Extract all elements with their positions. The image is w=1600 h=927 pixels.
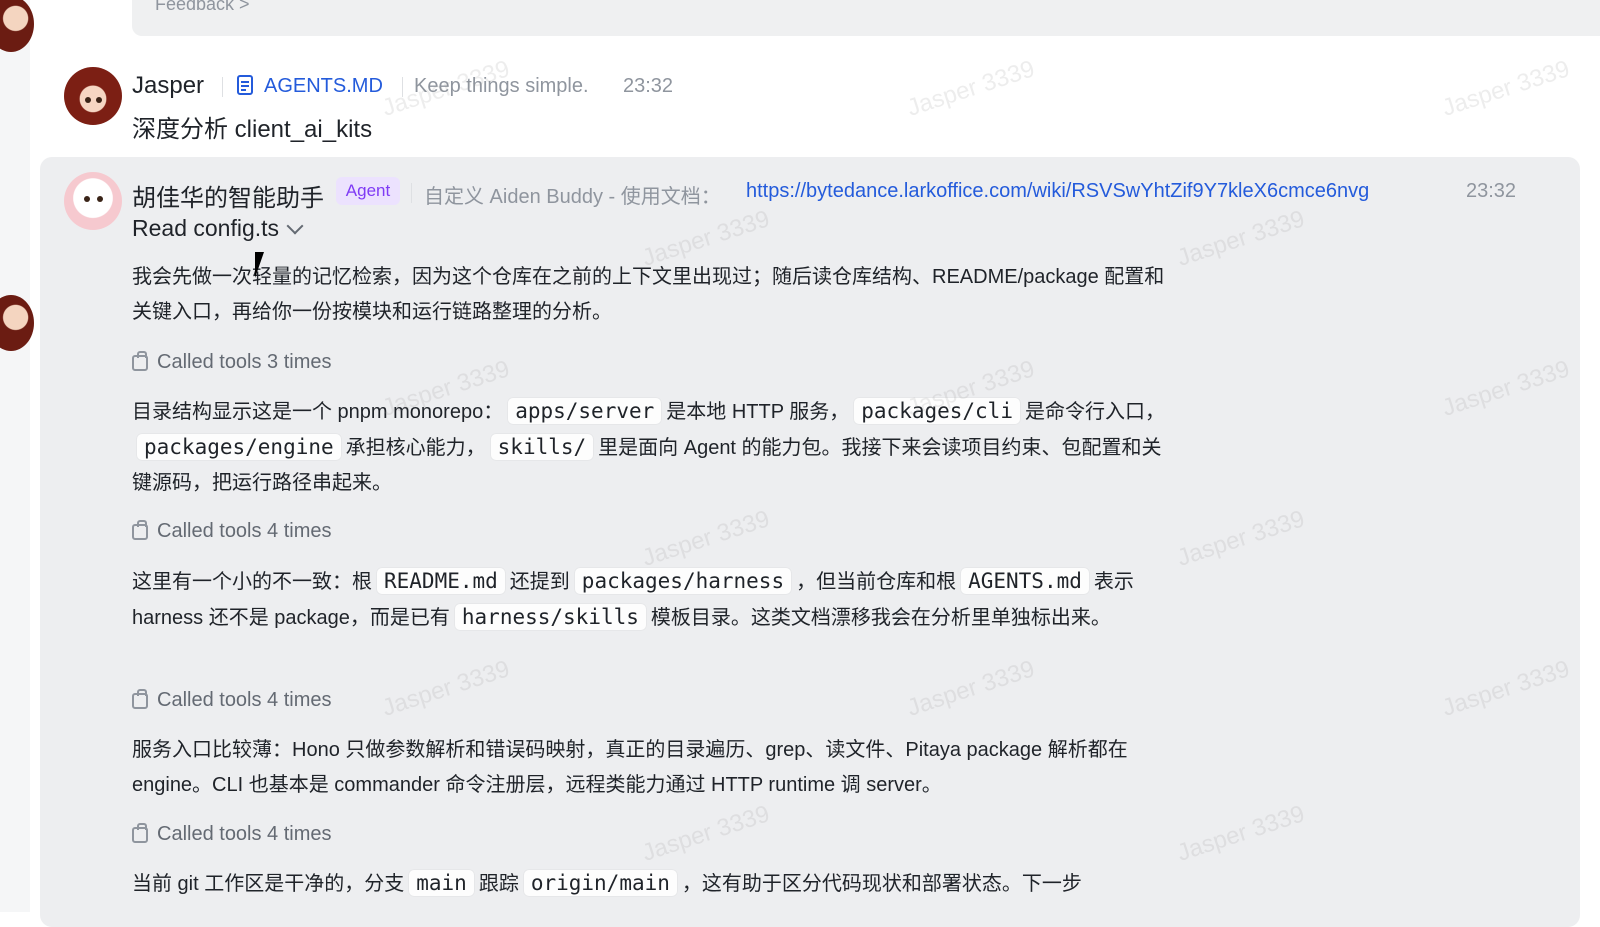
eye-icon bbox=[97, 196, 103, 202]
paragraph-text: 还提到 bbox=[509, 571, 570, 593]
eye-icon bbox=[85, 97, 91, 103]
agent-paragraph: 当前 git 工作区是干净的，分支 main 跟踪 origin/main ，这有助于区… bbox=[132, 866, 1172, 902]
sender-name[interactable]: 胡佳华的智能助手 bbox=[132, 178, 324, 213]
divider bbox=[411, 183, 412, 203]
toolbox-icon bbox=[132, 519, 148, 540]
paragraph-text: 是命令行入口， bbox=[1024, 401, 1165, 423]
message-text: 深度分析 client_ai_kits bbox=[132, 116, 373, 143]
paragraph-text: 目录结构显示这是一个 pnpm monorepo： bbox=[132, 401, 504, 423]
inline-code: packages/engine bbox=[136, 433, 342, 461]
chevron-down-icon bbox=[286, 217, 304, 234]
paragraph-text: 当前 git 工作区是干净的，分支 bbox=[132, 873, 405, 895]
paragraph-text: 这里有一个小的不一致：根 bbox=[132, 571, 372, 593]
agent-paragraph: 目录结构显示这是一个 pnpm monorepo： apps/server 是本地 … bbox=[132, 394, 1172, 501]
tool-calls-toggle[interactable]: Called tools 3 times bbox=[132, 350, 332, 374]
inline-code: origin/main bbox=[522, 869, 678, 897]
read-file-toggle[interactable]: Read config.ts bbox=[132, 215, 304, 242]
eye-icon bbox=[96, 97, 102, 103]
inline-code: packages/harness bbox=[573, 567, 793, 595]
agent-description: 自定义 Aiden Buddy - 使用文档： bbox=[424, 186, 721, 208]
agent-paragraph: 这里有一个小的不一致：根 README.md 还提到 packages/harness… bbox=[132, 564, 1172, 636]
paragraph-text: 跟踪 bbox=[478, 873, 519, 895]
avatar[interactable] bbox=[64, 67, 122, 125]
read-file-label: Read config.ts bbox=[132, 215, 280, 241]
tool-calls-toggle[interactable]: Called tools 4 times bbox=[132, 519, 332, 543]
paragraph-text: ，这有助于区分代码现状和部署状态。下一步 bbox=[681, 873, 1082, 895]
document-icon bbox=[237, 75, 253, 95]
inline-code: README.md bbox=[376, 567, 506, 595]
inline-code: AGENTS.md bbox=[960, 567, 1090, 595]
toolbox-icon bbox=[132, 350, 148, 371]
tool-calls-label: Called tools 4 times bbox=[157, 689, 332, 711]
message-time: 23:32 bbox=[623, 75, 674, 97]
tool-calls-label: Called tools 3 times bbox=[157, 351, 332, 373]
agent-paragraph: 服务入口比较薄：Hono 只做参数解析和错误码映射，真正的目录遍历、grep、读… bbox=[132, 739, 1128, 796]
divider bbox=[402, 77, 403, 97]
toolbox-icon bbox=[132, 822, 148, 843]
paragraph-text: ，但当前仓库和根 bbox=[796, 571, 957, 593]
agent-paragraph: 我会先做一次轻量的记忆检索，因为这个仓库在之前的上下文里出现过；随后读仓库结构、… bbox=[132, 266, 1165, 323]
tool-calls-label: Called tools 4 times bbox=[157, 823, 332, 845]
message-time: 23:32 bbox=[1466, 180, 1517, 202]
paragraph-text: 是本地 HTTP 服务， bbox=[666, 401, 850, 423]
agent-avatar[interactable] bbox=[64, 172, 122, 230]
watermark: Jasper 3339 bbox=[1438, 55, 1573, 122]
feedback-link[interactable]: Feedback > bbox=[155, 0, 250, 15]
message-note: Keep things simple. bbox=[414, 75, 589, 97]
inline-code: main bbox=[408, 869, 475, 897]
left-rail bbox=[0, 0, 30, 912]
inline-code: skills/ bbox=[489, 433, 595, 461]
tool-calls-toggle[interactable]: Called tools 4 times bbox=[132, 822, 332, 846]
previous-message-card bbox=[132, 0, 1600, 36]
agents-md-link[interactable]: AGENTS.MD bbox=[264, 75, 383, 98]
divider bbox=[222, 77, 223, 97]
inline-code: harness/skills bbox=[453, 603, 647, 631]
agent-badge: Agent bbox=[336, 177, 400, 205]
mouse-cursor-icon bbox=[255, 252, 273, 278]
paragraph-text: 承担核心能力， bbox=[345, 437, 486, 459]
watermark: Jasper 3339 bbox=[903, 55, 1038, 122]
eye-icon bbox=[84, 196, 90, 202]
paragraph-text: 模板目录。这类文档漂移我会在分析里单独标出来。 bbox=[650, 607, 1111, 629]
docs-url-link[interactable]: https://bytedance.larkoffice.com/wiki/RS… bbox=[746, 180, 1369, 203]
inline-code: packages/cli bbox=[853, 397, 1021, 425]
toolbox-icon bbox=[132, 688, 148, 709]
inline-code: apps/server bbox=[507, 397, 663, 425]
sender-name[interactable]: Jasper bbox=[132, 72, 204, 100]
tool-calls-toggle[interactable]: Called tools 4 times bbox=[132, 688, 332, 712]
tool-calls-label: Called tools 4 times bbox=[157, 520, 332, 542]
